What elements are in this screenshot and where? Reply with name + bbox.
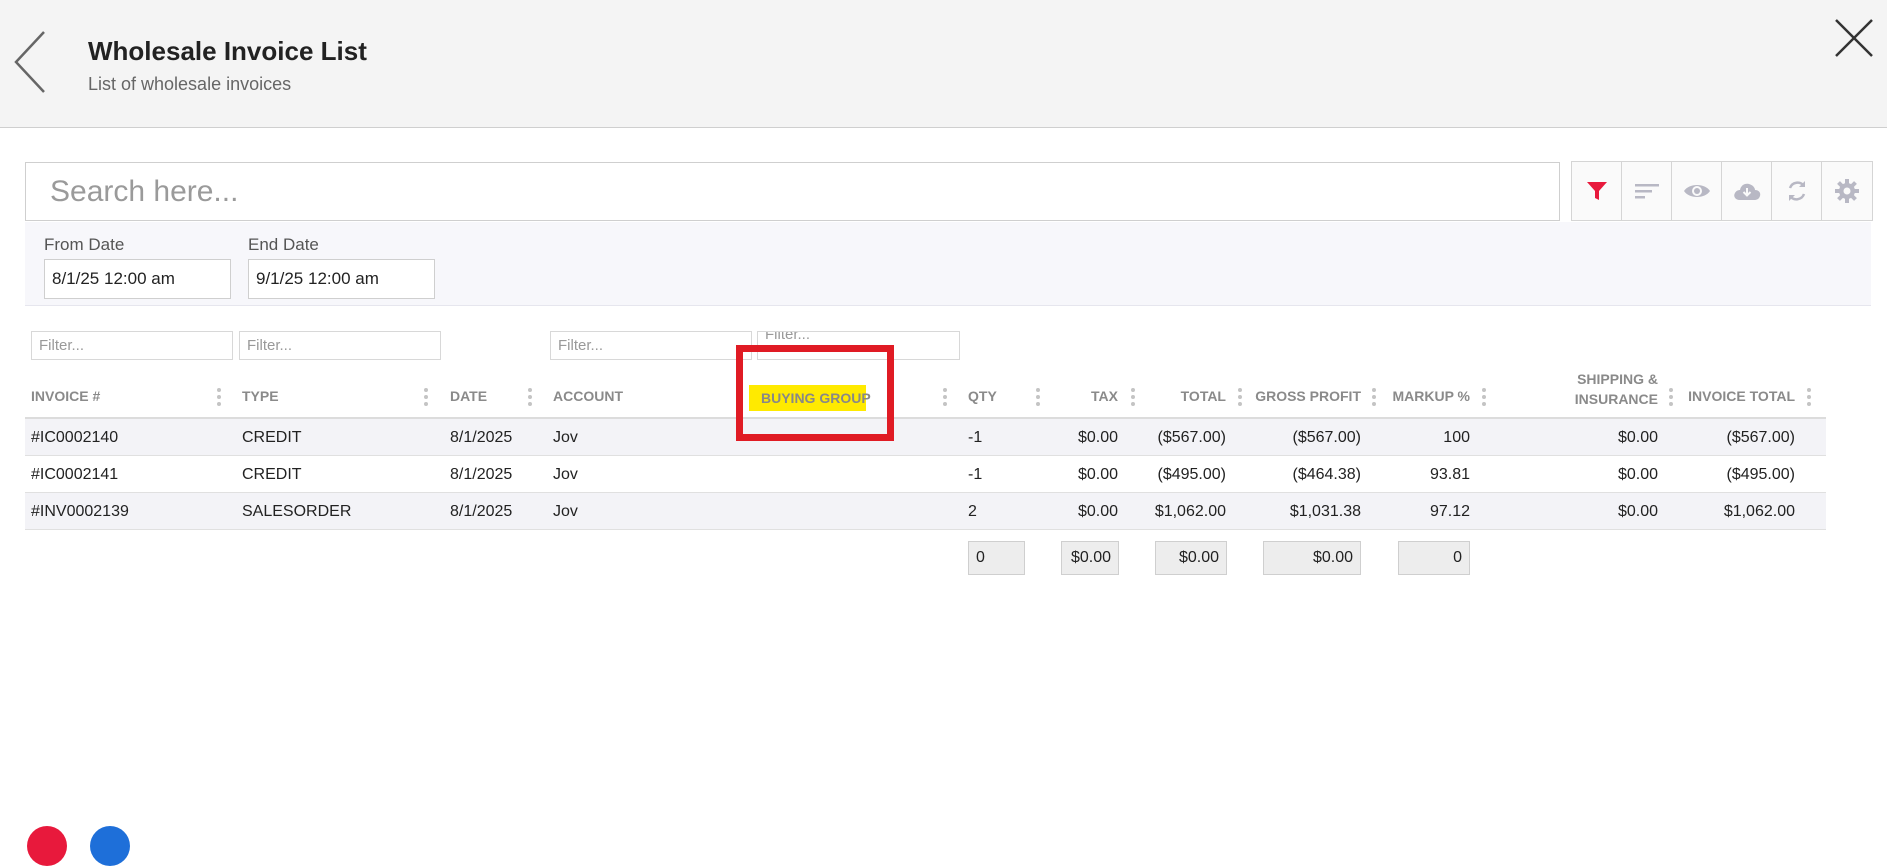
column-header-type[interactable]: TYPE	[242, 388, 279, 404]
date-range-panel: From Date 8/1/25 12:00 am End Date 9/1/2…	[25, 222, 1871, 306]
qty-total-field: 0	[968, 541, 1025, 575]
download-button[interactable]	[1722, 162, 1772, 220]
tax-value: $0.00	[1077, 429, 1118, 446]
total-value: ($495.00)	[1157, 466, 1227, 483]
markup-value: 97.12	[1429, 503, 1470, 520]
filter-icon	[1586, 182, 1607, 200]
gear-icon	[1835, 179, 1859, 203]
back-button[interactable]	[12, 30, 52, 94]
account-name: Jov	[553, 503, 578, 520]
eye-icon	[1683, 185, 1710, 197]
account-name: Jov	[553, 466, 578, 483]
refresh-icon	[1788, 181, 1805, 201]
markup-value: 93.81	[1429, 466, 1470, 483]
close-icon	[1835, 19, 1873, 57]
page-subtitle: List of wholesale invoices	[88, 74, 292, 94]
column-header-shipping-line1: SHIPPING &	[1577, 371, 1658, 387]
qty-value: 2	[968, 503, 977, 520]
invoice-number[interactable]: #IC0002141	[31, 456, 118, 493]
gross-profit-value: ($567.00)	[1292, 429, 1362, 446]
chevron-left-icon	[14, 31, 45, 93]
search-box	[25, 162, 1560, 221]
invoice-total-value: ($495.00)	[1726, 466, 1796, 483]
table-row[interactable]: #IC0002140 CREDIT 8/1/2025 Jov -1 $0.00 …	[25, 419, 1826, 456]
invoice-number[interactable]: #IC0002140	[31, 419, 118, 456]
invoice-date: 8/1/2025	[450, 503, 513, 520]
invoice-date: 8/1/2025	[450, 466, 513, 483]
qty-value: -1	[968, 466, 983, 483]
invoice-type: SALESORDER	[242, 503, 352, 520]
gross-profit-value: $1,031.38	[1289, 503, 1361, 520]
floating-action-button[interactable]	[27, 826, 67, 866]
shipping-value: $0.00	[1617, 429, 1658, 446]
column-header-invoice[interactable]: INVOICE #	[31, 388, 100, 404]
column-grip-icon[interactable]	[1131, 388, 1135, 408]
account-filter-input[interactable]: Filter...	[550, 331, 752, 360]
column-grip-icon[interactable]	[528, 388, 532, 408]
from-date-label: From Date	[44, 235, 125, 254]
floating-action-button[interactable]	[90, 826, 130, 866]
invoice-type: CREDIT	[242, 466, 302, 483]
close-button[interactable]	[1832, 16, 1876, 60]
filter-button[interactable]	[1572, 162, 1622, 220]
toolbar	[1571, 161, 1873, 221]
column-header-total[interactable]: TOTAL	[1150, 388, 1226, 404]
column-header-shipping[interactable]: SHIPPING & INSURANCE	[1540, 369, 1658, 409]
total-value: $1,062.00	[1154, 503, 1226, 520]
column-header-tax[interactable]: TAX	[1060, 388, 1118, 404]
gross-profit-total-field: $0.00	[1263, 541, 1361, 575]
column-grip-icon[interactable]	[1807, 388, 1811, 408]
tax-value: $0.00	[1077, 466, 1118, 483]
refresh-button[interactable]	[1772, 162, 1822, 220]
table-row[interactable]: #IC0002141 CREDIT 8/1/2025 Jov -1 $0.00 …	[25, 456, 1826, 493]
cloud-download-icon	[1733, 183, 1760, 200]
invoice-date: 8/1/2025	[450, 429, 513, 446]
annotation-highlight-box	[736, 345, 894, 441]
column-grip-icon[interactable]	[1238, 388, 1242, 408]
view-button[interactable]	[1672, 162, 1722, 220]
invoice-number[interactable]: #INV0002139	[31, 493, 129, 530]
gross-profit-value: ($464.38)	[1292, 466, 1362, 483]
column-header-date[interactable]: DATE	[450, 388, 487, 404]
end-date-label: End Date	[248, 235, 319, 254]
page-header: Wholesale Invoice List List of wholesale…	[0, 0, 1887, 128]
buying-group-filter-placeholder: Filter...	[765, 331, 811, 343]
sort-button[interactable]	[1622, 162, 1672, 220]
tax-total-field: $0.00	[1061, 541, 1119, 575]
total-total-field: $0.00	[1155, 541, 1227, 575]
table-row[interactable]: #INV0002139 SALESORDER 8/1/2025 Jov 2 $0…	[25, 493, 1826, 530]
tax-value: $0.00	[1077, 503, 1118, 520]
column-grip-icon[interactable]	[424, 388, 428, 408]
column-grip-icon[interactable]	[217, 388, 221, 408]
markup-total-field: 0	[1398, 541, 1470, 575]
sort-icon	[1634, 184, 1659, 199]
invoice-total-value: $1,062.00	[1723, 503, 1795, 520]
column-header-invoice-total[interactable]: INVOICE TOTAL	[1680, 388, 1795, 404]
account-name: Jov	[553, 429, 578, 446]
total-value: ($567.00)	[1157, 429, 1227, 446]
end-date-input[interactable]: 9/1/25 12:00 am	[248, 259, 435, 299]
column-grip-icon[interactable]	[1372, 388, 1376, 408]
markup-value: 100	[1443, 429, 1470, 446]
column-grip-icon[interactable]	[1036, 388, 1040, 408]
type-filter-input[interactable]: Filter...	[239, 331, 441, 360]
invoice-type: CREDIT	[242, 429, 302, 446]
settings-button[interactable]	[1822, 162, 1872, 220]
qty-value: -1	[968, 429, 983, 446]
column-grip-icon[interactable]	[943, 388, 947, 408]
search-input[interactable]	[26, 163, 1559, 220]
column-grip-icon[interactable]	[1482, 388, 1486, 408]
column-header-gross-profit[interactable]: GROSS PROFIT	[1250, 388, 1361, 404]
shipping-value: $0.00	[1617, 466, 1658, 483]
column-header-markup[interactable]: MARKUP %	[1390, 388, 1470, 404]
shipping-value: $0.00	[1617, 503, 1658, 520]
page-title: Wholesale Invoice List	[88, 36, 367, 66]
invoice-total-value: ($567.00)	[1726, 429, 1796, 446]
column-header-account[interactable]: ACCOUNT	[553, 388, 623, 404]
column-header-qty[interactable]: QTY	[968, 388, 997, 404]
column-grip-icon[interactable]	[1669, 388, 1673, 408]
invoice-filter-input[interactable]: Filter...	[31, 331, 233, 360]
column-header-shipping-line2: INSURANCE	[1574, 391, 1658, 407]
from-date-input[interactable]: 8/1/25 12:00 am	[44, 259, 231, 299]
